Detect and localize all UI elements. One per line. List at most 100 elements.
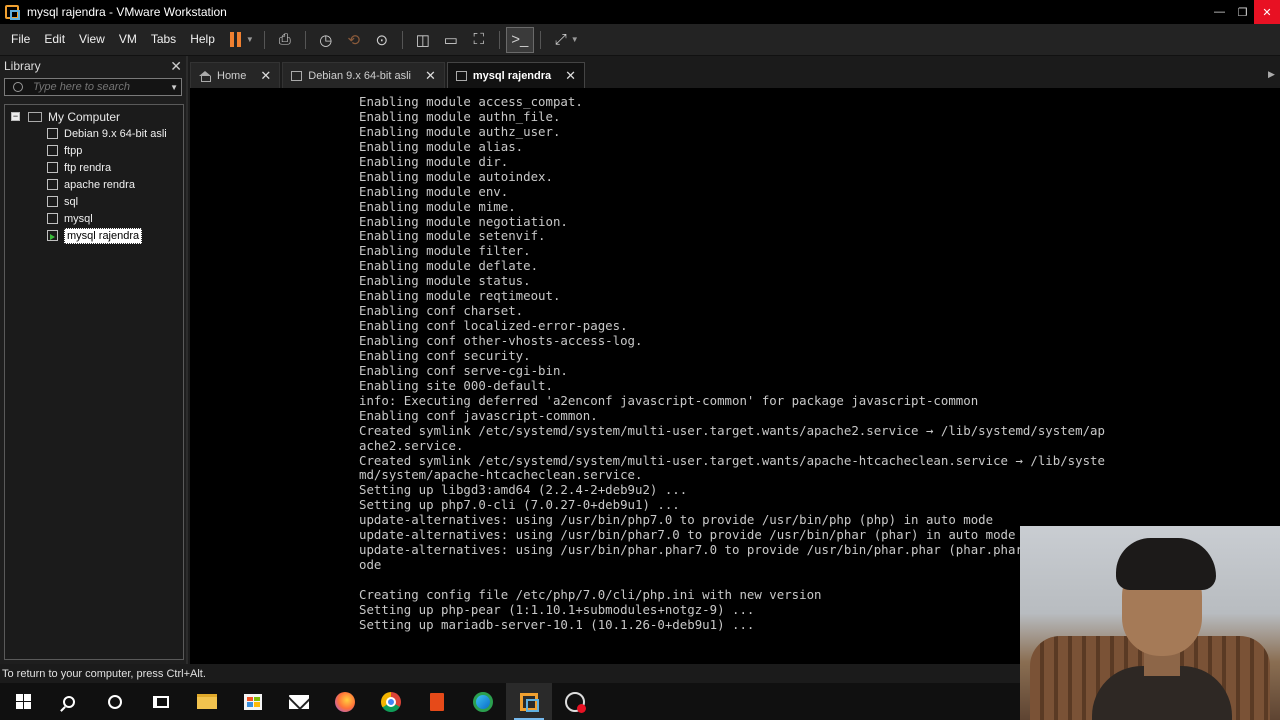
- close-tab-icon[interactable]: ✕: [425, 68, 436, 84]
- full-screen-button[interactable]: ⛶: [465, 27, 493, 53]
- store-button[interactable]: [230, 683, 276, 720]
- search-button[interactable]: [46, 683, 92, 720]
- console-line: Enabling conf security.: [359, 347, 531, 363]
- menu-file[interactable]: File: [0, 24, 37, 56]
- tab-mysql-rajendra[interactable]: mysql rajendra ✕: [446, 62, 586, 88]
- running-vm-icon: [47, 230, 58, 241]
- tree-item-vm[interactable]: ftp rendra: [5, 159, 183, 176]
- start-button[interactable]: [0, 683, 46, 720]
- send-ctrl-alt-del-button[interactable]: ⎙: [271, 27, 299, 53]
- toolbar-divider: [304, 30, 306, 49]
- menu-vm[interactable]: VM: [112, 24, 144, 56]
- console-line: Enabling module status.: [359, 273, 531, 289]
- console-line: Enabling conf javascript-common.: [359, 407, 598, 423]
- menu-edit[interactable]: Edit: [37, 24, 72, 56]
- thumbnail-bar-button[interactable]: ▭: [437, 27, 465, 53]
- console-line: Enabling module setenvif.: [359, 228, 546, 244]
- window-controls: — ❐ ✕: [1208, 0, 1280, 24]
- vmware-taskbar-button[interactable]: [506, 683, 552, 720]
- task-view-button[interactable]: [138, 683, 184, 720]
- library-search[interactable]: ▼: [4, 78, 182, 96]
- tree-root-label: My Computer: [48, 109, 121, 124]
- console-line: Creating config file /etc/php/7.0/cli/ph…: [359, 586, 822, 602]
- console-line: Setting up mariadb-server-10.1 (10.1.26-…: [359, 616, 755, 632]
- vm-icon: [47, 128, 58, 139]
- stretch-dropdown-icon[interactable]: ▼: [571, 35, 579, 44]
- console-line: Enabling module mime.: [359, 198, 516, 214]
- status-text: To return to your computer, press Ctrl+A…: [2, 667, 206, 680]
- cortana-button[interactable]: [92, 683, 138, 720]
- tree-item-vm[interactable]: ftpp: [5, 142, 183, 159]
- tab-label: Home: [217, 69, 247, 82]
- file-explorer-icon: [197, 694, 217, 709]
- console-line: Created symlink /etc/systemd/system/mult…: [359, 452, 1105, 468]
- firefox-button[interactable]: [322, 683, 368, 720]
- tree-item-label: Debian 9.x 64-bit asli: [64, 127, 167, 140]
- search-icon: [13, 82, 23, 92]
- vm-icon: [47, 162, 58, 173]
- console-line: Enabling site 000-default.: [359, 377, 553, 393]
- tree-root-my-computer[interactable]: − My Computer: [5, 108, 183, 125]
- library-panel: Library ✕ ▼ − My Computer Debian 9.x 64-…: [0, 56, 188, 664]
- close-button[interactable]: ✕: [1254, 0, 1280, 24]
- snapshot-button[interactable]: ◷: [312, 27, 340, 53]
- file-explorer-button[interactable]: [184, 683, 230, 720]
- vm-icon: [47, 213, 58, 224]
- vm-icon: [47, 145, 58, 156]
- edge-icon: [473, 691, 493, 712]
- console-line: Enabling module autoindex.: [359, 168, 553, 184]
- search-icon: [63, 695, 75, 708]
- chrome-button[interactable]: [368, 683, 414, 720]
- tree-item-vm-selected[interactable]: mysql rajendra: [5, 227, 183, 244]
- chrome-icon: [381, 691, 401, 712]
- window-title: mysql rajendra - VMware Workstation: [27, 5, 227, 19]
- tree-item-label: sql: [64, 195, 79, 208]
- console-line: Setting up php-pear (1:1.10.1+submodules…: [359, 601, 755, 617]
- menu-view[interactable]: View: [72, 24, 112, 56]
- edge-button[interactable]: [460, 683, 506, 720]
- console-line: info: Executing deferred 'a2enconf javas…: [359, 392, 979, 408]
- toolbar-divider: [263, 30, 265, 49]
- tree-item-vm[interactable]: mysql: [5, 210, 183, 227]
- console-line: Enabling module access_compat.: [359, 94, 583, 109]
- close-library-icon[interactable]: ✕: [170, 58, 182, 75]
- console-line: Enabling module negotiation.: [359, 213, 568, 229]
- show-library-button[interactable]: ◫: [409, 27, 437, 53]
- console-line: update-alternatives: using /usr/bin/phar…: [359, 527, 1016, 543]
- mail-button[interactable]: [276, 683, 322, 720]
- close-tab-icon[interactable]: ✕: [565, 68, 576, 84]
- vm-tree: − My Computer Debian 9.x 64-bit asli ftp…: [4, 104, 184, 660]
- menu-help[interactable]: Help: [183, 24, 222, 56]
- console-line: Enabling module authz_user.: [359, 123, 561, 139]
- console-line: Enabling module deflate.: [359, 258, 539, 274]
- office-button[interactable]: [414, 683, 460, 720]
- restore-button[interactable]: ❐: [1231, 0, 1254, 24]
- toolbar-divider: [539, 30, 541, 49]
- menu-tabs[interactable]: Tabs: [144, 24, 183, 56]
- console-line: Created symlink /etc/systemd/system/mult…: [359, 422, 1105, 438]
- collapse-icon[interactable]: −: [11, 112, 20, 121]
- console-view-button[interactable]: >_: [505, 26, 534, 53]
- library-header: Library ✕: [0, 56, 186, 76]
- tab-label: mysql rajendra: [472, 69, 552, 82]
- minimize-button[interactable]: —: [1208, 0, 1231, 24]
- tab-scroll-right-icon[interactable]: ▶: [1268, 60, 1280, 88]
- tab-home[interactable]: Home ✕: [190, 62, 281, 88]
- tab-debian[interactable]: Debian 9.x 64-bit asli ✕: [282, 62, 445, 88]
- library-title: Library: [4, 59, 41, 73]
- vm-icon: [47, 179, 58, 190]
- power-dropdown-icon[interactable]: ▼: [246, 35, 254, 44]
- search-dropdown-icon[interactable]: ▼: [170, 83, 178, 92]
- console-line: Enabling module filter.: [359, 243, 531, 259]
- tree-item-vm[interactable]: apache rendra: [5, 176, 183, 193]
- library-search-input[interactable]: [33, 81, 163, 93]
- console-line: update-alternatives: using /usr/bin/php7…: [359, 512, 994, 528]
- tree-item-vm[interactable]: sql: [5, 193, 183, 210]
- console-line: Enabling module env.: [359, 183, 509, 199]
- console-line: Enabling conf serve-cgi-bin.: [359, 362, 568, 378]
- recorder-button[interactable]: [552, 683, 598, 720]
- revert-snapshot-button[interactable]: ⟲: [340, 27, 368, 53]
- close-tab-icon[interactable]: ✕: [260, 68, 271, 84]
- tree-item-vm[interactable]: Debian 9.x 64-bit asli: [5, 125, 183, 142]
- snapshot-manager-button[interactable]: ⊙: [368, 27, 396, 53]
